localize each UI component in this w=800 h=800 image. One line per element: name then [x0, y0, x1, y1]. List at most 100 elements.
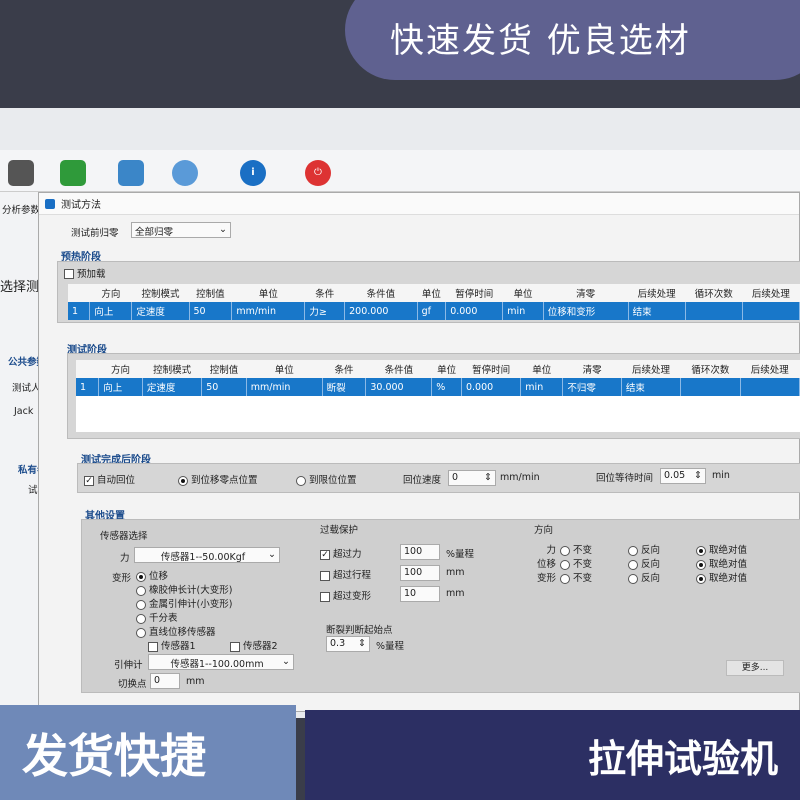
book-icon[interactable] — [60, 160, 86, 186]
overload-value-input[interactable]: 100 — [400, 544, 440, 560]
direction-option-label: 反向 — [641, 573, 661, 584]
overload-checkbox[interactable] — [320, 570, 330, 581]
column-header: 后续处理 — [740, 360, 800, 378]
table-cell[interactable]: 50 — [201, 378, 247, 396]
table-cell[interactable]: 200.000 — [344, 302, 418, 320]
direction-option[interactable]: 反向 — [628, 542, 660, 556]
column-header: 暂停时间 — [461, 360, 521, 378]
table-row[interactable]: 1 向上 定速度 50 mm/min 断裂 30.000% 0.000 min 不归零 结束 — [76, 378, 800, 396]
preheat-group: 预加载 方向 控制模式 控制值 单位 条件 条件值 单位 暂停时间 单位 清零 后续处理 循环次数 后续… — [57, 261, 800, 323]
table-cell[interactable]: 定速度 — [142, 378, 203, 396]
wait-input[interactable]: 0.05 ⇕ — [660, 468, 706, 484]
table-cell[interactable]: 力≥ — [304, 302, 346, 320]
deform-option[interactable]: 千分表 — [136, 610, 232, 624]
table-cell[interactable]: 30.000 — [365, 378, 433, 396]
column-header: 方向 — [98, 360, 143, 378]
return-speed-input[interactable]: 0 ⇕ — [448, 470, 496, 486]
table-cell[interactable]: mm/min — [246, 378, 323, 396]
overload-value-input[interactable]: 100 — [400, 565, 440, 581]
toolbar: i ⏻ — [0, 150, 800, 192]
auto-return-label: 自动回位 — [97, 475, 136, 486]
direction-option[interactable]: 取绝对值 — [696, 570, 747, 584]
table-cell[interactable]: 1 — [68, 302, 91, 320]
table-cell[interactable]: 50 — [189, 302, 233, 320]
table-cell[interactable]: 位移和变形 — [543, 302, 629, 320]
radio-icon — [696, 545, 706, 556]
force-sensor-select[interactable]: 传感器1--50.00Kgf ⌄ — [134, 547, 280, 563]
table-cell[interactable]: 结束 — [621, 378, 682, 396]
radio-to-limit[interactable]: 到限位位置 — [296, 472, 357, 486]
direction-option[interactable]: 取绝对值 — [696, 542, 747, 556]
overload-unit: mm — [446, 567, 465, 578]
deform-options: 位移 橡胶伸长计(大变形) 金属引伸计(小变形) 千分表 直线位移传感器 — [136, 568, 232, 638]
gear-icon[interactable] — [172, 160, 198, 186]
direction-option[interactable]: 反向 — [628, 556, 660, 570]
column-header: 单位 — [231, 284, 305, 302]
table-cell[interactable]: 不归零 — [562, 378, 622, 396]
checkbox[interactable] — [148, 641, 158, 652]
direction-option[interactable]: 不变 — [560, 556, 592, 570]
more-button[interactable]: 更多... — [726, 660, 784, 676]
overload-value-input[interactable]: 10 — [400, 586, 440, 602]
deform-option[interactable]: 橡胶伸长计(大变形) — [136, 582, 232, 596]
after-group: ✓ 自动回位 到位移零点位置 到限位位置 回位速度 0 ⇕ mm/min 回位等待时… — [77, 463, 800, 493]
extensometer-select[interactable]: 传感器1--100.00mm ⌄ — [148, 654, 294, 670]
table-cell[interactable]: 0.000 — [461, 378, 522, 396]
tab-analysis[interactable]: 分析参数 — [2, 202, 40, 216]
table-cell[interactable]: 向上 — [98, 378, 143, 396]
spinner-icon[interactable]: ⇕ — [694, 470, 702, 481]
auto-return-checkbox[interactable]: ✓ — [84, 475, 94, 486]
spinner-icon[interactable]: ⇕ — [358, 638, 366, 649]
column-header: 条件 — [304, 284, 345, 302]
table-cell[interactable] — [742, 302, 800, 320]
switch-input[interactable]: 0 — [150, 673, 180, 689]
table-header: 方向 控制模式 控制值 单位 条件 条件值 单位 暂停时间 单位 清零 后续处理 循环次数 后续处理 — [68, 284, 800, 302]
direction-option-label: 不变 — [573, 545, 593, 556]
table-cell[interactable] — [740, 378, 800, 396]
preload-checkbox[interactable] — [64, 269, 74, 279]
deform-option-label: 千分表 — [149, 613, 178, 624]
table-cell[interactable]: gf — [417, 302, 447, 320]
direction-option[interactable]: 反向 — [628, 570, 660, 584]
table-cell[interactable] — [680, 378, 741, 396]
overload-checkbox[interactable] — [320, 591, 330, 602]
table-cell[interactable]: 0.000 — [445, 302, 504, 320]
zero-select[interactable]: 全部归零 ⌄ — [131, 222, 231, 238]
table-cell[interactable]: % — [431, 378, 462, 396]
table-cell[interactable]: 1 — [76, 378, 100, 396]
direction-option[interactable]: 不变 — [560, 570, 592, 584]
radio-to-zero[interactable]: 到位移零点位置 — [178, 472, 258, 486]
column-header — [76, 360, 99, 378]
table-cell[interactable]: 断裂 — [322, 378, 367, 396]
table-cell[interactable] — [685, 302, 743, 320]
sensor2-option[interactable]: 传感器2 — [230, 638, 278, 652]
table-cell[interactable]: min — [520, 378, 564, 396]
direction-option[interactable]: 不变 — [560, 542, 592, 556]
sensor1-label: 传感器1 — [161, 641, 196, 652]
power-icon[interactable]: ⏻ — [305, 160, 331, 186]
deform-option[interactable]: 金属引伸计(小变形) — [136, 596, 232, 610]
spinner-icon[interactable]: ⇕ — [484, 472, 492, 483]
column-header: 后续处理 — [742, 284, 800, 302]
checkbox[interactable] — [230, 641, 240, 652]
table-cell[interactable]: 向上 — [89, 302, 133, 320]
overload-checkbox[interactable]: ✓ — [320, 549, 330, 560]
table-row[interactable]: 1 向上 定速度 50 mm/min 力≥ 200.000 gf 0.000 min 位移和变形 结束 — [68, 302, 800, 320]
info-icon[interactable]: i — [240, 160, 266, 186]
table-cell[interactable]: min — [502, 302, 544, 320]
auto-return[interactable]: ✓ 自动回位 — [84, 472, 135, 486]
deform-option[interactable]: 直线位移传感器 — [136, 624, 232, 638]
radio-icon — [696, 573, 706, 584]
direction-option[interactable]: 取绝对值 — [696, 556, 747, 570]
analysis-icon[interactable] — [8, 160, 34, 186]
deform-option[interactable]: 位移 — [136, 568, 232, 582]
sensor1-option[interactable]: 传感器1 — [148, 638, 196, 652]
force-sensor-value: 传感器1--50.00Kgf — [160, 552, 246, 563]
column-header: 后续处理 — [628, 284, 686, 302]
table-cell[interactable]: 结束 — [628, 302, 686, 320]
table-cell[interactable]: 定速度 — [131, 302, 190, 320]
direction-row: 变形 不变 反向 取绝对值 — [532, 570, 772, 584]
break-input[interactable]: 0.3 ⇕ — [326, 636, 370, 652]
table-cell[interactable]: mm/min — [231, 302, 306, 320]
window-icon[interactable] — [118, 160, 144, 186]
